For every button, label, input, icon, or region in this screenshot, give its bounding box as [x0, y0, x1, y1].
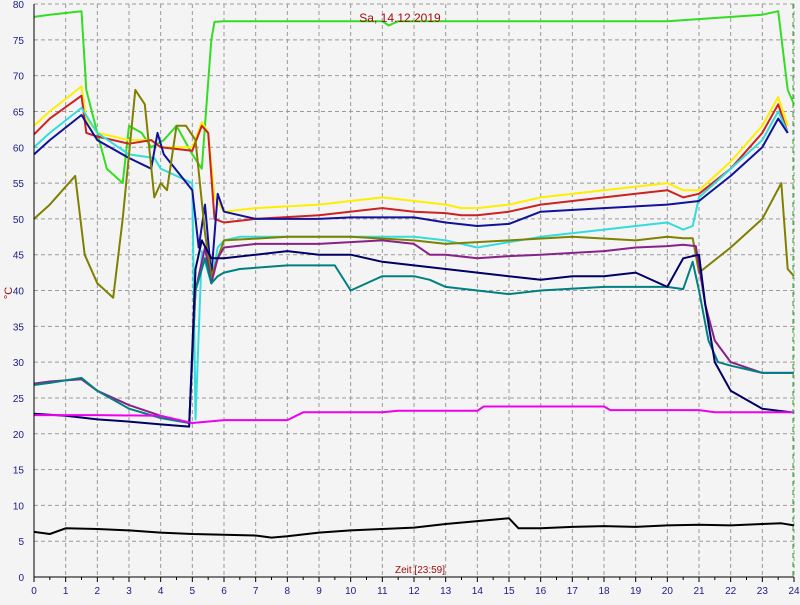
- y-tick-label: 65: [13, 107, 25, 118]
- x-tick-label: 20: [662, 586, 674, 597]
- x-tick-label: 6: [221, 586, 227, 597]
- x-tick-label: 21: [693, 586, 705, 597]
- x-tick-label: 3: [126, 586, 132, 597]
- y-tick-label: 70: [13, 72, 25, 83]
- x-tick-label: 12: [408, 586, 420, 597]
- chart-container: 0 1 2 3 4 5 6 7 8 9 10 11 12 13 14 15 16 17 18 19 20 21 22 23 24…: [0, 0, 800, 600]
- x-tick-label: 4: [158, 586, 164, 597]
- x-axis-label: Zeit [23:59]: [395, 565, 445, 576]
- x-tick-label: 5: [190, 586, 196, 597]
- x-tick-label: 24: [788, 586, 800, 597]
- y-axis-label: °C: [3, 287, 15, 299]
- x-tick-label: 7: [253, 586, 259, 597]
- y-tick-label: 20: [13, 430, 25, 441]
- x-tick-label: 19: [630, 586, 642, 597]
- x-tick-label: 8: [285, 586, 291, 597]
- x-tick-label: 16: [535, 586, 547, 597]
- y-tick-label: 15: [13, 466, 25, 477]
- x-tick-label: 14: [472, 586, 484, 597]
- y-tick-label: 60: [13, 143, 25, 154]
- x-tick-label: 1: [63, 586, 69, 597]
- x-tick-label: 18: [598, 586, 610, 597]
- y-tick-label: 5: [18, 537, 24, 548]
- y-tick-label: 25: [13, 394, 25, 405]
- x-tick-label: 11: [377, 586, 388, 597]
- y-tick-label: 35: [13, 322, 25, 333]
- y-tick-label: 50: [13, 215, 25, 226]
- x-tick-label: 17: [567, 586, 579, 597]
- x-tick-label: 13: [440, 586, 452, 597]
- y-tick-label: 30: [13, 358, 25, 369]
- y-tick-label: 45: [13, 251, 25, 262]
- y-tick-label: 80: [13, 0, 25, 11]
- line-chart: 0 1 2 3 4 5 6 7 8 9 10 11 12 13 14 15 16 17 18 19 20 21 22 23 24…: [3, 0, 800, 597]
- x-tick-label: 2: [95, 586, 101, 597]
- x-tick-label: 22: [725, 586, 737, 597]
- y-tick-label: 75: [13, 36, 25, 47]
- y-tick-label: 55: [13, 179, 25, 190]
- y-tick-label: 10: [13, 501, 25, 512]
- x-tick-label: 23: [757, 586, 769, 597]
- x-tick-label: 10: [345, 586, 357, 597]
- x-tick-label: 15: [503, 586, 515, 597]
- x-tick-label: 9: [316, 586, 322, 597]
- chart-title: Sa, 14.12.2019: [359, 11, 441, 25]
- x-tick-label: 0: [31, 586, 37, 597]
- y-tick-label: 0: [18, 573, 24, 584]
